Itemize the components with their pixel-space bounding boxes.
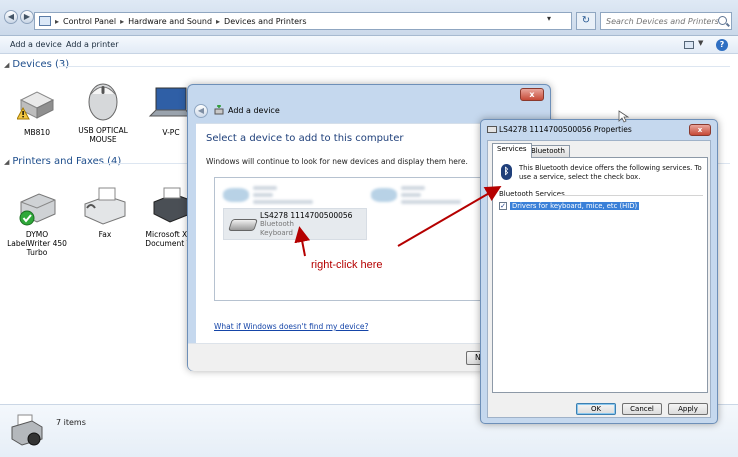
apply-button[interactable]: Apply — [668, 403, 708, 415]
printers-section-header[interactable]: ◢ Printers and Faxes (4) — [4, 156, 121, 167]
device-label: USB OPTICAL MOUSE — [78, 126, 128, 144]
group-divider — [557, 195, 703, 196]
dialog-subtitle: Windows will continue to look for new de… — [206, 157, 468, 166]
selected-device-tile[interactable]: LS4278 1114700500056 Bluetooth Keyboard — [223, 208, 367, 240]
printer-label: Fax — [98, 230, 112, 239]
label-printer-icon — [15, 186, 59, 226]
devices-section-title: Devices (3) — [12, 59, 70, 70]
crumb-control-panel[interactable]: Control Panel — [63, 17, 116, 26]
dialog-title: Add a device — [228, 106, 280, 115]
device-mb810[interactable]: MB810 — [4, 86, 70, 137]
blurred-text — [401, 200, 461, 204]
service-label[interactable]: Drivers for keyboard, mice, etc (HID) — [510, 202, 640, 210]
bluetooth-device-icon — [223, 188, 249, 202]
keyboard-icon — [228, 219, 258, 231]
device-label: V-PC — [162, 128, 180, 137]
search-icon[interactable] — [718, 16, 727, 25]
collapse-icon[interactable]: ◢ — [4, 61, 9, 69]
close-button[interactable]: x — [689, 124, 711, 136]
blurred-text — [401, 193, 421, 197]
fax-icon — [81, 186, 129, 226]
forward-arrow-icon[interactable]: ▶ — [20, 10, 34, 24]
address-field[interactable]: ▸ Control Panel ▸ Hardware and Sound ▸ D… — [34, 12, 572, 30]
bluetooth-icon: ᛒ — [501, 164, 512, 180]
printers-section-title: Printers and Faxes (4) — [12, 156, 122, 167]
refresh-icon[interactable]: ↻ — [576, 12, 596, 30]
crumb-separator: ▸ — [216, 16, 221, 26]
collapse-icon[interactable]: ◢ — [4, 158, 9, 166]
services-description: This Bluetooth device offers the followi… — [519, 164, 702, 181]
search-input[interactable] — [606, 16, 718, 26]
crumb-hardware-and-sound[interactable]: Hardware and Sound — [128, 17, 212, 26]
back-arrow-icon[interactable]: ◀ — [194, 104, 208, 118]
blurred-device[interactable] — [219, 180, 367, 210]
keyboard-icon — [487, 126, 497, 133]
bluetooth-device-icon — [371, 188, 397, 202]
printer-fax[interactable]: Fax — [72, 186, 138, 239]
dialog-heading: Select a device to add to this computer — [206, 133, 404, 144]
chevron-down-icon[interactable]: ▼ — [698, 39, 703, 47]
help-icon[interactable]: ? — [716, 39, 728, 51]
ok-button[interactable]: OK — [576, 403, 616, 415]
blurred-text — [253, 186, 277, 190]
back-arrow-icon[interactable]: ◀ — [4, 10, 18, 24]
add-device-button[interactable]: Add a device — [10, 40, 62, 49]
properties-body: Services Bluetooth ᛒ This Bluetooth devi… — [487, 140, 711, 418]
device-usb-optical-mouse[interactable]: USB OPTICAL MOUSE — [70, 83, 136, 144]
items-count: 7 items — [56, 418, 86, 427]
device-name: LS4278 1114700500056 — [260, 211, 353, 220]
printer-label: DYMO LabelWriter 450 Turbo — [7, 230, 67, 257]
device-label: MB810 — [24, 128, 50, 137]
section-divider — [60, 66, 730, 67]
tab-services[interactable]: Services — [492, 143, 532, 158]
service-checkbox[interactable]: ✓ — [499, 202, 507, 210]
laptop-icon — [146, 86, 191, 124]
mouse-icon — [83, 78, 123, 122]
help-link[interactable]: What if Windows doesn't find my device? — [214, 322, 368, 331]
printer-dymo[interactable]: DYMO LabelWriter 450 Turbo — [4, 186, 70, 257]
cancel-button[interactable]: Cancel — [622, 403, 662, 415]
add-printer-button[interactable]: Add a printer — [66, 40, 118, 49]
chevron-down-icon[interactable]: ▾ — [547, 14, 551, 23]
printer-camera-icon — [10, 413, 44, 449]
crumb-separator: ▸ — [120, 16, 125, 26]
services-panel: ᛒ This Bluetooth device offers the follo… — [492, 157, 708, 393]
dialog-title: LS4278 1114700500056 Properties — [499, 125, 632, 134]
crumb-separator: ▸ — [55, 16, 60, 26]
service-item[interactable]: ✓ Drivers for keyboard, mice, etc (HID) — [499, 202, 640, 210]
add-device-icon — [214, 105, 224, 115]
address-bar: ◀ ▶ ▸ Control Panel ▸ Hardware and Sound… — [0, 0, 738, 36]
command-bar: Add a device Add a printer ▼ ? — [0, 36, 738, 54]
control-panel-icon — [39, 16, 51, 26]
blurred-text — [401, 186, 425, 190]
blurred-text — [253, 200, 313, 204]
search-box — [600, 12, 732, 30]
device-type: Keyboard — [260, 229, 293, 237]
device-protocol: Bluetooth — [260, 220, 294, 228]
crumb-devices-and-printers[interactable]: Devices and Printers — [224, 17, 306, 26]
blurred-text — [253, 193, 273, 197]
hard-drive-icon — [16, 86, 57, 124]
devices-section-header[interactable]: ◢ Devices (3) — [4, 59, 69, 70]
properties-dialog: LS4278 1114700500056 Properties x Servic… — [480, 119, 718, 424]
mouse-cursor-icon — [618, 110, 630, 123]
view-options-icon[interactable] — [684, 41, 694, 49]
close-button[interactable]: x — [520, 88, 544, 101]
services-group-header: Bluetooth Services — [499, 190, 565, 198]
annotation-label: right-click here — [311, 259, 383, 271]
